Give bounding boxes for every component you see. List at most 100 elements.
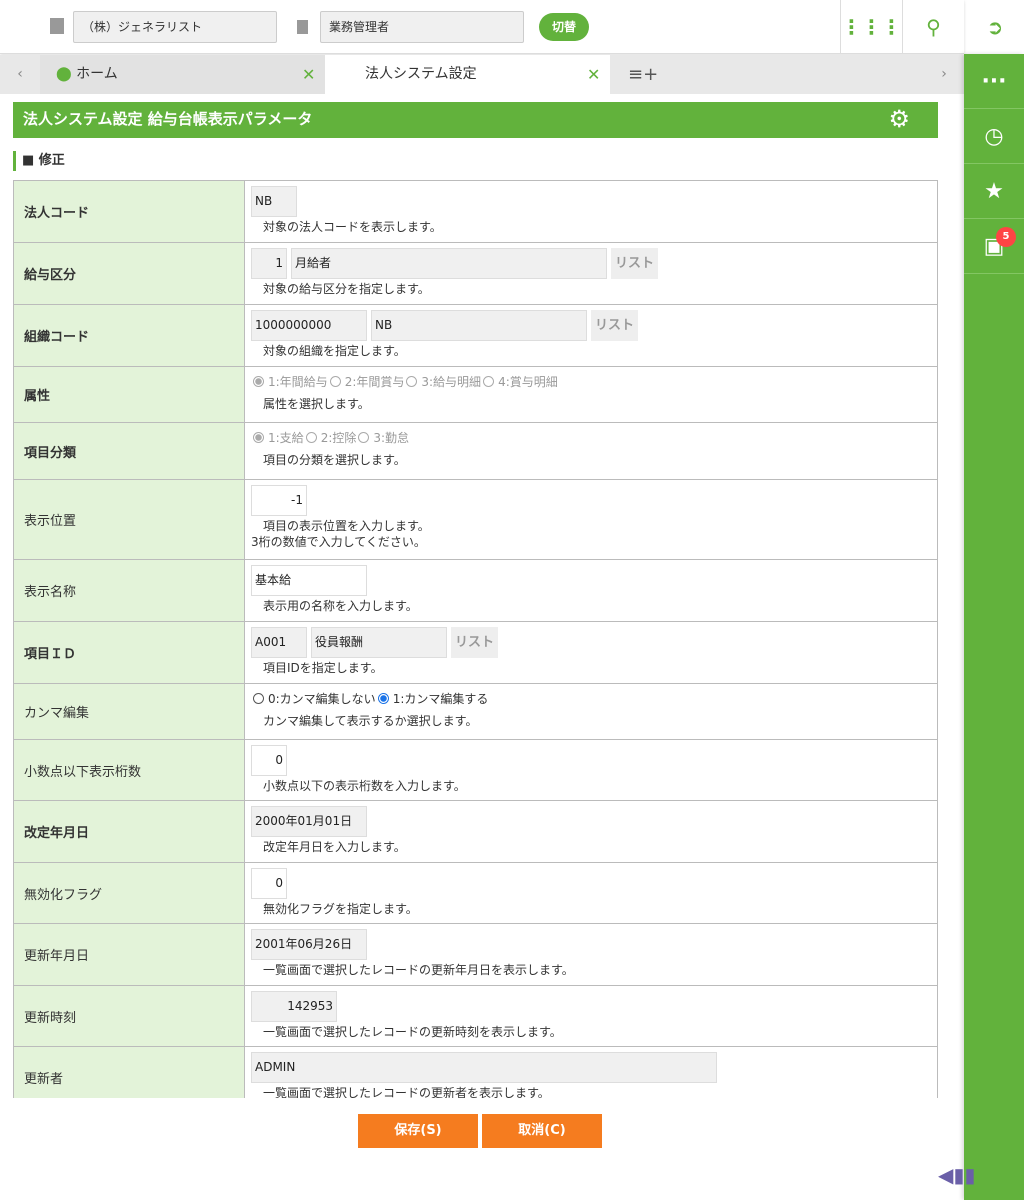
field-value: 2001年06月26日 一覧画面で選択したレコードの更新年月日を表示します。	[251, 929, 937, 978]
switch-button[interactable]: 切替	[539, 13, 589, 41]
field-value: 1 月給者 リスト 対象の給与区分を指定します。	[251, 248, 937, 297]
form-row: 改定年月日 2000年01月01日 改定年月日を入力します。	[13, 801, 938, 863]
radio-option[interactable]: 0:カンマ編集しない	[251, 692, 376, 706]
input-field[interactable]: -1	[251, 485, 307, 516]
inbox-icon[interactable]: ▣ 5	[964, 219, 1024, 274]
logout-icon[interactable]: ➲	[964, 0, 1024, 54]
field-inputs: 142953	[251, 991, 937, 1022]
field-label: カンマ編集	[14, 684, 245, 739]
field-value: 0:カンマ編集しない 1:カンマ編集する カンマ編集して表示するか選択します。	[251, 687, 937, 729]
add-tab-icon[interactable]: ≡+	[628, 55, 658, 94]
form-row: 給与区分 1 月給者 リスト 対象の給与区分を指定します。	[13, 243, 938, 305]
radio-label: 3:給与明細	[421, 375, 482, 389]
field-description: 表示用の名称を入力します。	[263, 599, 418, 613]
more-icon[interactable]: ···	[964, 54, 1024, 109]
radio-label: 1:カンマ編集する	[392, 692, 489, 706]
input-field: 役員報酬	[311, 627, 447, 658]
field-inputs: -1	[251, 485, 937, 516]
radio-option: 3:勤怠	[356, 431, 409, 445]
field-value: 基本給表示用の名称を入力します。	[251, 565, 937, 614]
radio-button	[253, 376, 264, 387]
field-label: 表示名称	[14, 560, 245, 621]
field-value: 2000年01月01日 改定年月日を入力します。	[251, 806, 937, 855]
radio-option: 1:年間給与	[251, 375, 328, 389]
close-tab-corp-settings[interactable]: ✕	[587, 55, 600, 94]
tab-corp-settings[interactable]: 法人システム設定	[325, 55, 610, 94]
list-button[interactable]: リスト	[611, 248, 659, 279]
field-label: 項目ＩＤ	[14, 622, 245, 683]
field-inputs: NB	[251, 186, 937, 217]
page-title: 法人システム設定 給与台帳表示パラメータ	[23, 110, 313, 128]
field-label: 無効化フラグ	[14, 863, 245, 923]
input-field[interactable]: 0	[251, 745, 287, 776]
form-row: 属性 1:年間給与 2:年間賞与 3:給与明細 4:賞与明細 属性を選択します。	[13, 367, 938, 423]
field-description: 項目の分類を選択します。	[263, 453, 406, 467]
field-description: 一覧画面で選択したレコードの更新時刻を表示します。	[263, 1025, 562, 1039]
field-note: 3桁の数値で入力してください。	[251, 535, 426, 549]
tab-scroll-right[interactable]: ›	[924, 55, 964, 94]
field-description: 対象の法人コードを表示します。	[263, 220, 442, 234]
field-value: NB 対象の法人コードを表示します。	[251, 186, 937, 235]
input-field: A001	[251, 627, 307, 658]
cancel-button[interactable]: 取消(C)	[482, 1114, 602, 1148]
collapse-arrow-icon[interactable]: ◀▮▮	[938, 1163, 975, 1187]
building-icon	[50, 18, 64, 34]
field-value: 1:年間給与 2:年間賞与 3:給与明細 4:賞与明細 属性を選択します。	[251, 370, 937, 412]
radio-label: 1:支給	[268, 431, 304, 445]
field-description: 対象の給与区分を指定します。	[263, 282, 430, 296]
field-value: -1 項目の表示位置を入力します。 3桁の数値で入力してください。	[251, 485, 937, 550]
list-button[interactable]: リスト	[591, 310, 639, 341]
list-button[interactable]: リスト	[451, 627, 499, 658]
radio-button[interactable]	[377, 693, 389, 704]
field-label: 小数点以下表示桁数	[14, 740, 245, 800]
form-row: 更新年月日 2001年06月26日 一覧画面で選択したレコードの更新年月日を表示しま…	[13, 924, 938, 986]
field-value: 1000000000 NB リスト 対象の組織を指定します。	[251, 310, 937, 359]
tab-scroll-left[interactable]: ‹	[0, 55, 40, 94]
input-field: 月給者	[291, 248, 607, 279]
radio-label: 2:控除	[320, 431, 357, 445]
radio-option[interactable]: 1:カンマ編集する	[376, 692, 489, 706]
radio-option: 2:年間賞与	[328, 375, 404, 389]
input-field[interactable]: 基本給	[251, 565, 367, 596]
radio-group: 0:カンマ編集しない 1:カンマ編集する	[251, 687, 937, 711]
apps-grid-icon[interactable]: ⋮⋮⋮	[840, 0, 902, 54]
radio-button	[305, 432, 317, 443]
company-select[interactable]: （株）ジェネラリスト	[73, 11, 277, 43]
radio-label: 3:勤怠	[373, 431, 410, 445]
radio-option: 2:控除	[304, 431, 357, 445]
field-value: 142953 一覧画面で選択したレコードの更新時刻を表示します。	[251, 991, 937, 1040]
form-row: 表示名称 基本給表示用の名称を入力します。	[13, 560, 938, 622]
form-row: 法人コード NB 対象の法人コードを表示します。	[13, 181, 938, 243]
field-description: 項目IDを指定します。	[263, 661, 383, 675]
history-icon[interactable]: ◷	[964, 109, 1024, 164]
notification-badge: 5	[996, 227, 1016, 247]
field-label: 法人コード	[14, 181, 245, 242]
pin-icon: ⬤	[56, 66, 72, 82]
input-field: 2001年06月26日	[251, 929, 367, 960]
form-row: 項目ＩＤ A001 役員報酬 リスト項目IDを指定します。	[13, 622, 938, 684]
field-description: 無効化フラグを指定します。	[263, 902, 418, 916]
input-field[interactable]: 0	[251, 868, 287, 899]
form-row: 表示位置 -1 項目の表示位置を入力します。 3桁の数値で入力してください。	[13, 480, 938, 560]
right-sidebar: ··· ◷ ★ ▣ 5	[964, 54, 1024, 1200]
radio-button	[329, 376, 341, 387]
field-label: 項目分類	[14, 423, 245, 479]
radio-option: 3:給与明細	[404, 375, 481, 389]
field-label: 属性	[14, 367, 245, 422]
field-description: 改定年月日を入力します。	[263, 840, 406, 854]
star-icon[interactable]: ★	[964, 164, 1024, 219]
input-field: 1000000000	[251, 310, 367, 341]
field-value: A001 役員報酬 リスト項目IDを指定します。	[251, 627, 937, 676]
search-icon[interactable]: ⚲	[902, 0, 964, 54]
radio-group: 1:年間給与 2:年間賞与 3:給与明細 4:賞与明細	[251, 370, 937, 394]
form-row: 組織コード 1000000000 NB リスト 対象の組織を指定します。	[13, 305, 938, 367]
form-row: 項目分類 1:支給 2:控除 3:勤怠項目の分類を選択します。	[13, 423, 938, 480]
close-tab-home[interactable]: ✕	[302, 55, 315, 94]
radio-button	[253, 432, 264, 443]
save-button[interactable]: 保存(S)	[358, 1114, 478, 1148]
tab-home[interactable]: ⬤ ホーム	[40, 55, 325, 94]
gear-icon[interactable]: ⚙	[888, 102, 910, 136]
field-label: 給与区分	[14, 243, 245, 304]
role-select[interactable]: 業務管理者	[320, 11, 524, 43]
radio-button[interactable]	[253, 693, 264, 704]
